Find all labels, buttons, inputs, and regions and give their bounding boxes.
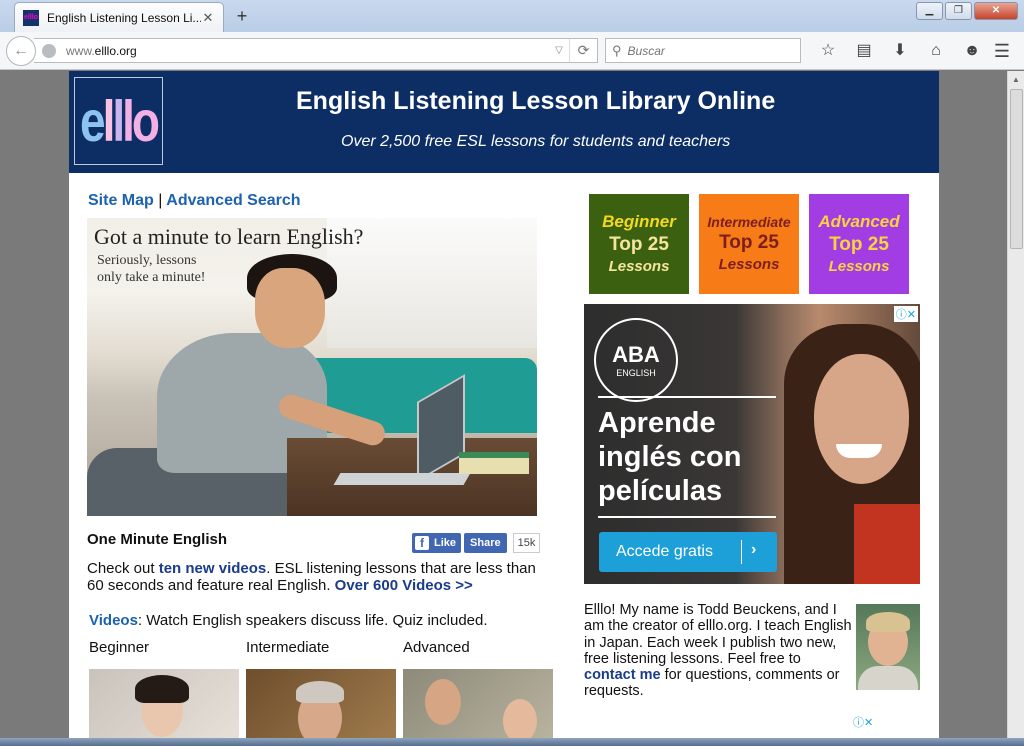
facebook-icon: f	[415, 536, 429, 550]
tab-title: English Listening Lesson Li...	[47, 10, 201, 25]
search-icon: ⚲	[612, 42, 622, 58]
download-icon[interactable]: ⬇	[882, 40, 918, 62]
logo-text: elllo	[79, 88, 160, 154]
site-header: elllo English Listening Lesson Library O…	[69, 71, 939, 173]
site-title: English Listening Lesson Library Online	[296, 87, 776, 115]
window-controls: ▁ ❐ ✕	[916, 2, 1018, 20]
banner-person-head	[255, 268, 325, 348]
elllo-logo[interactable]: elllo	[74, 77, 163, 165]
videos-intro: Videos: Watch English speakers discuss l…	[89, 612, 488, 629]
back-arrow-icon: ←	[13, 42, 29, 59]
os-taskbar	[0, 738, 1024, 746]
site-subtitle: Over 2,500 free ESL lessons for students…	[341, 133, 731, 150]
banner-headline: Got a minute to learn English?	[94, 224, 364, 249]
toolbar-icons: ☆ ▤ ⬇ ⌂ ☻	[810, 40, 990, 62]
facebook-widgets: f Like Share 15k	[412, 533, 541, 553]
facebook-like-button[interactable]: f Like	[412, 533, 462, 553]
bookmark-star-icon[interactable]: ☆	[810, 40, 846, 62]
author-shirt	[858, 666, 918, 690]
menu-icon[interactable]: ☰	[990, 40, 1014, 62]
ad-divider	[598, 396, 776, 398]
url-history-dropdown-icon[interactable]: ▽	[549, 45, 569, 56]
author-photo	[856, 604, 920, 690]
reload-icon[interactable]: ⟳	[569, 39, 597, 62]
minimize-button[interactable]: ▁	[916, 2, 943, 20]
bookmarks-list-icon[interactable]: ▤	[846, 40, 882, 62]
url-text[interactable]: www.elllo.org	[66, 44, 549, 58]
advanced-search-link[interactable]: Advanced Search	[166, 192, 300, 209]
over-600-videos-link[interactable]: Over 600 Videos >>	[335, 577, 473, 594]
new-tab-button[interactable]: +	[233, 6, 251, 27]
one-minute-english-banner[interactable]: Got a minute to learn English? Seriously…	[87, 218, 537, 516]
web-page: elllo English Listening Lesson Library O…	[69, 71, 939, 746]
ad-cta-button[interactable]: Accede gratis ›	[599, 532, 777, 572]
scroll-up-icon[interactable]: ▲	[1008, 71, 1024, 88]
beginner-video-thumbnail[interactable]	[89, 669, 239, 746]
share-count: 15k	[512, 533, 541, 553]
site-map-link[interactable]: Site Map	[88, 192, 154, 209]
aba-english-seal: ABA ENGLISH	[594, 318, 678, 402]
thumb-hair	[135, 675, 189, 703]
adchoices-icon[interactable]: ⓘ✕	[893, 306, 918, 322]
contact-me-link[interactable]: contact me	[584, 667, 661, 683]
advanced-video-thumbnail[interactable]	[403, 669, 553, 746]
site-favicon-icon: elllo	[23, 9, 39, 26]
tab-close-icon[interactable]: ✕	[201, 10, 215, 25]
browser-tab[interactable]: elllo English Listening Lesson Li... ✕	[14, 2, 224, 32]
ad-headline: Aprende inglés con películas	[598, 407, 742, 507]
close-window-button[interactable]: ✕	[974, 2, 1018, 20]
ad-woman-smile	[836, 444, 882, 458]
search-input[interactable]	[627, 43, 788, 58]
cta-separator	[741, 540, 742, 564]
browser-navbar: www.elllo.org ▽ ⟳ ← ⚲ ☆ ▤ ⬇ ⌂ ☻ ☰	[0, 32, 1024, 70]
banner-subline: Seriously, lessons only take a minute!	[97, 253, 206, 285]
chevron-right-icon: ›	[751, 541, 757, 558]
ad-woman-face	[814, 354, 909, 484]
level-intermediate-label: Intermediate	[246, 639, 330, 656]
ten-new-videos-link[interactable]: ten new videos	[159, 560, 267, 577]
globe-icon	[42, 43, 56, 58]
adchoices-icon[interactable]: ⓘ✕	[853, 714, 873, 730]
banner-books	[459, 452, 529, 474]
author-hair	[866, 612, 910, 632]
ad-divider	[598, 516, 776, 518]
scrollbar-thumb[interactable]	[1010, 89, 1023, 249]
intermediate-top25-button[interactable]: Intermediate Top 25 Lessons	[699, 194, 799, 294]
beginner-top25-button[interactable]: Beginner Top 25 Lessons	[589, 194, 689, 294]
one-minute-english-title: One Minute English	[87, 531, 228, 548]
banner-laptop-base	[333, 473, 471, 485]
chat-icon[interactable]: ☻	[954, 40, 990, 62]
search-bar[interactable]: ⚲	[605, 38, 801, 63]
home-icon[interactable]: ⌂	[918, 40, 954, 62]
author-bio: Elllo! My name is Todd Beuckens, and I a…	[584, 602, 852, 700]
one-minute-description: Check out ten new videos. ESL listening …	[87, 560, 536, 594]
thumb-face	[503, 699, 537, 743]
link-separator: |	[158, 192, 163, 209]
aba-english-ad[interactable]: ABA ENGLISH Aprende inglés con películas …	[584, 304, 920, 584]
level-advanced-label: Advanced	[403, 639, 470, 656]
back-button[interactable]: ←	[6, 36, 36, 66]
address-bar[interactable]: www.elllo.org ▽ ⟳	[34, 38, 598, 63]
level-beginner-label: Beginner	[89, 639, 150, 656]
intermediate-video-thumbnail[interactable]	[246, 669, 396, 746]
restore-button[interactable]: ❐	[945, 2, 972, 20]
videos-link[interactable]: Videos	[89, 612, 138, 629]
advanced-top25-button[interactable]: Advanced Top 25 Lessons	[809, 194, 909, 294]
top-links: Site Map | Advanced Search	[88, 192, 301, 210]
page-scrollbar[interactable]: ▲	[1007, 71, 1024, 746]
facebook-share-button[interactable]: Share	[464, 533, 507, 553]
ad-woman-top	[854, 504, 920, 584]
thumb-hair	[296, 681, 344, 703]
browser-titlebar: elllo English Listening Lesson Li... ✕ +…	[0, 0, 1024, 32]
thumb-face	[425, 679, 461, 725]
